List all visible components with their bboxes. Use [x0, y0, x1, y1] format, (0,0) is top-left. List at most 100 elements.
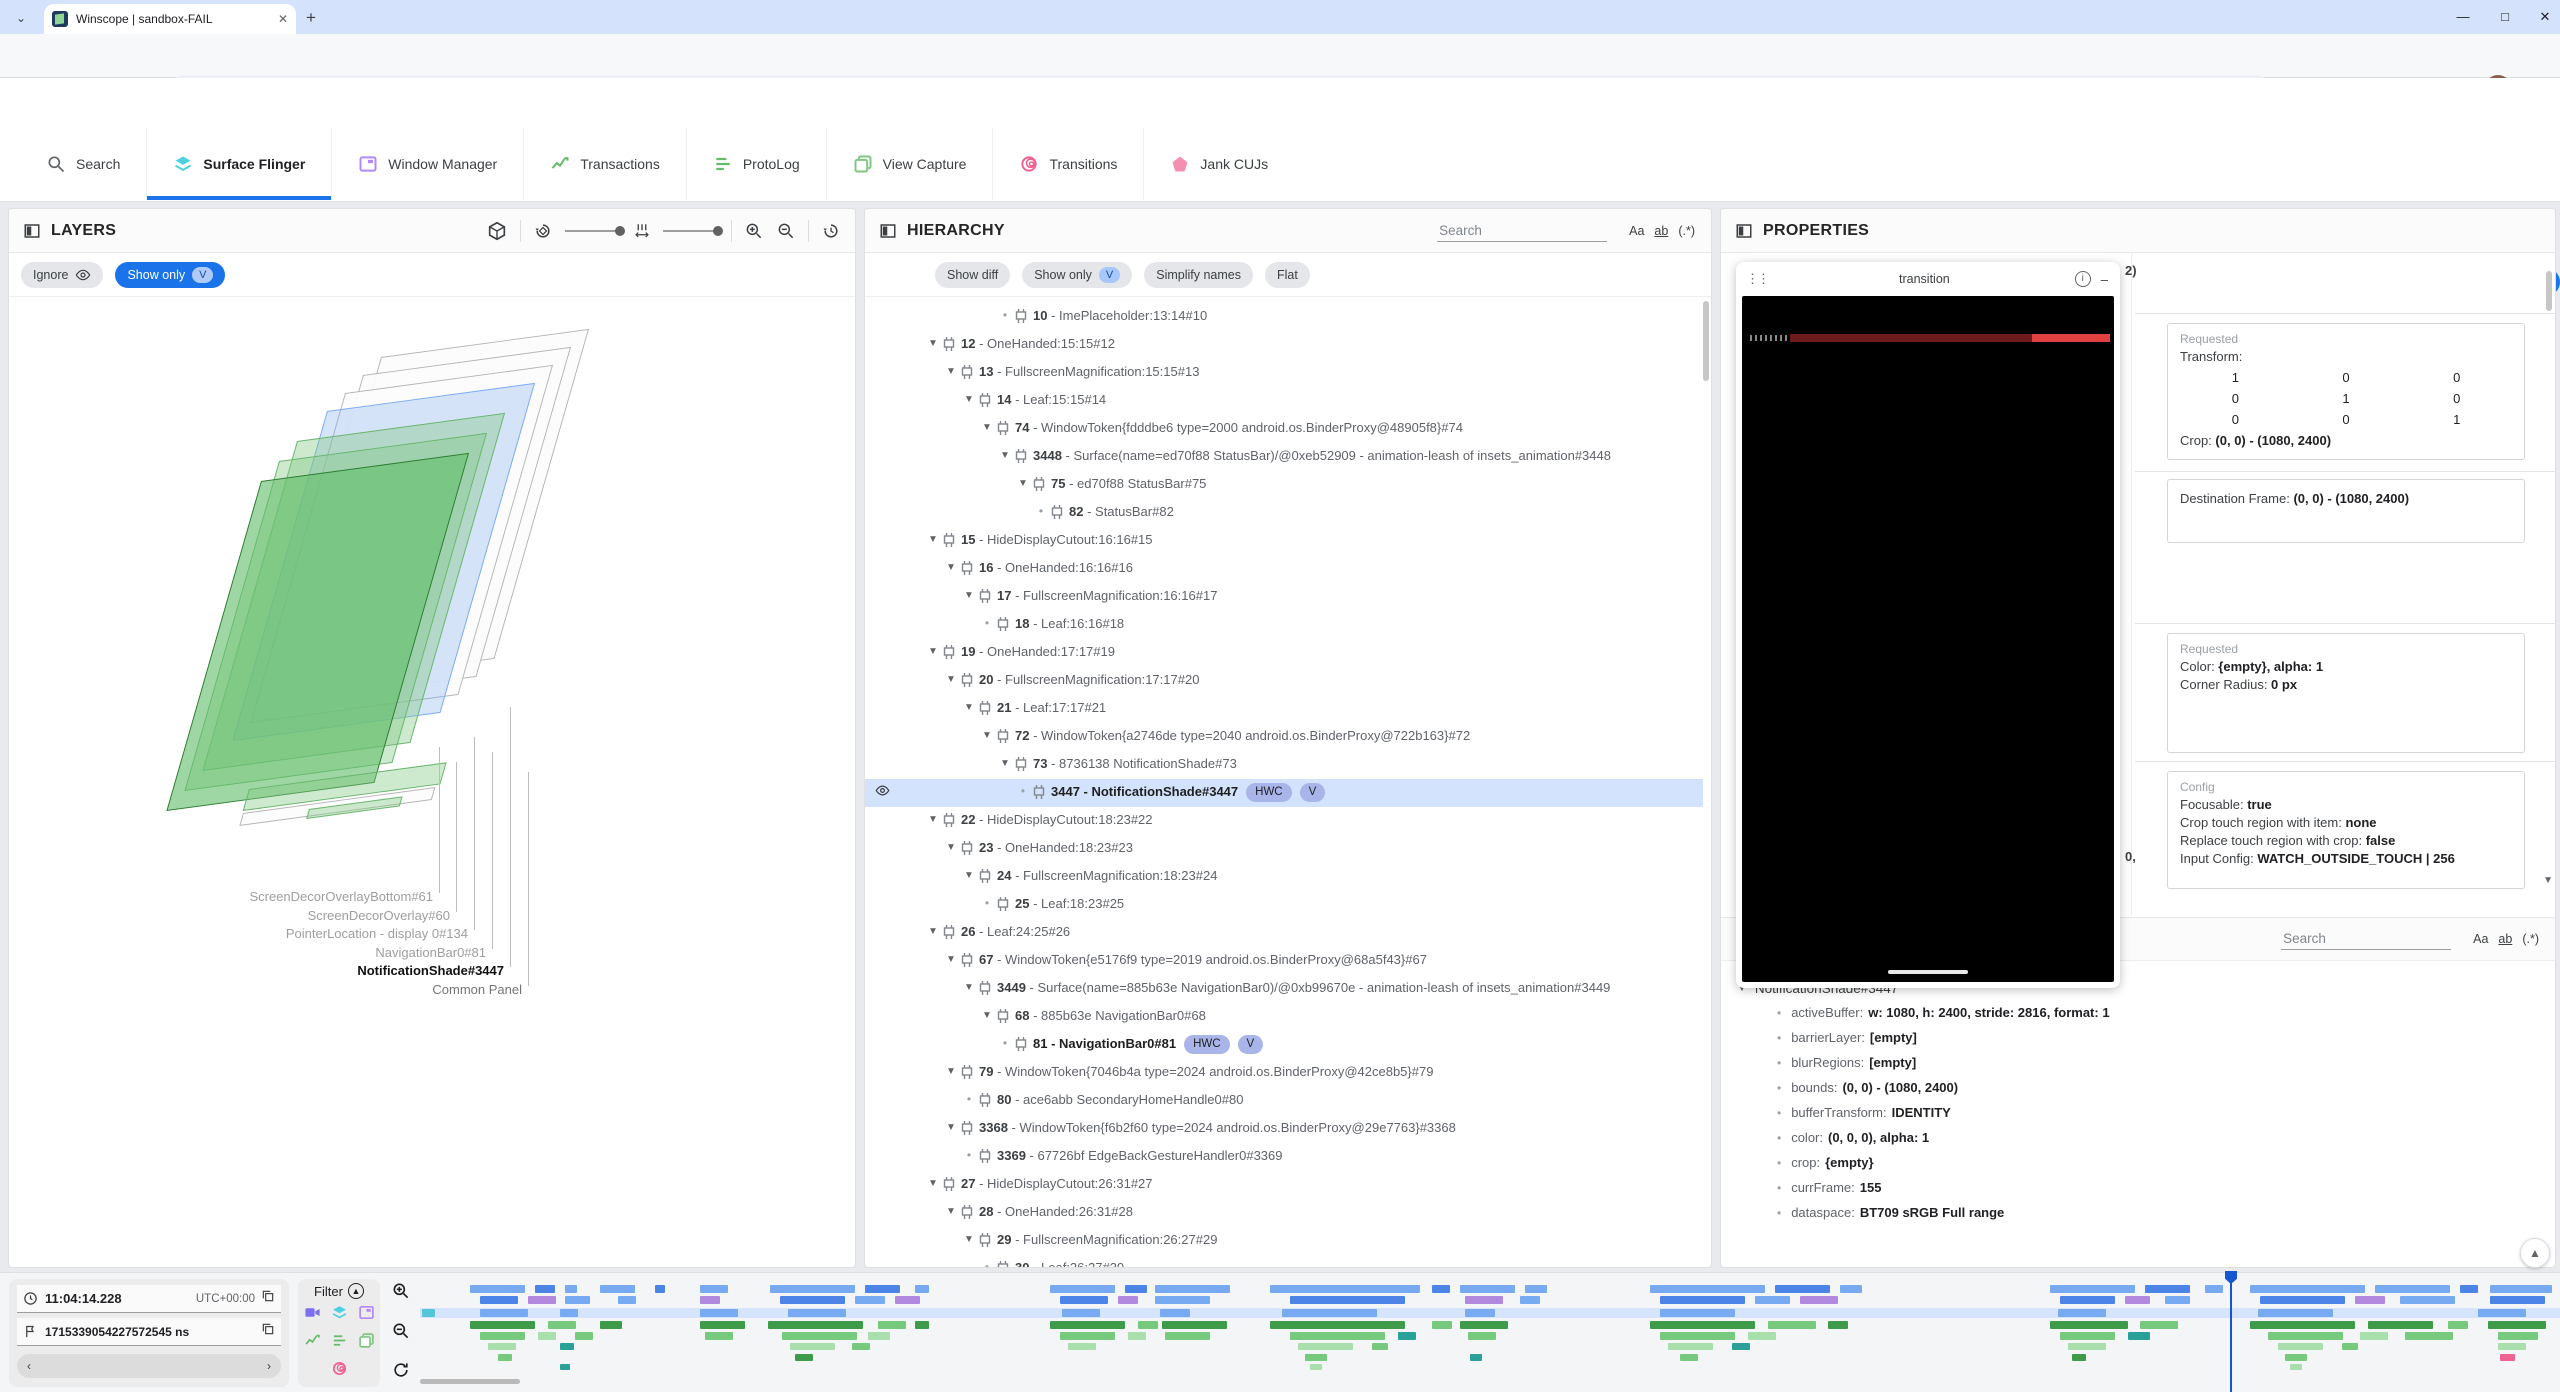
property-item-bounds[interactable]: •bounds:(0, 0) - (1080, 2400): [1737, 1080, 2555, 1096]
tree-row-26[interactable]: ▼26 - Leaf:24:25#26: [865, 919, 1703, 947]
transition-overlay-window[interactable]: ⋮⋮ transition i –: [1736, 262, 2120, 988]
tree-row-19[interactable]: ▼19 - OneHanded:17:17#19: [865, 639, 1703, 667]
window-minimize-button[interactable]: —: [2448, 6, 2478, 28]
expand-arrow-icon[interactable]: ▼: [943, 1063, 959, 1080]
tab-transitions[interactable]: Transitions: [992, 128, 1143, 200]
scroll-down-arrow-icon[interactable]: ▼: [2543, 875, 2553, 886]
leaf-dot-icon[interactable]: •: [997, 1035, 1013, 1052]
tree-row-81[interactable]: •81 - NavigationBar0#81HWCV: [865, 1031, 1703, 1059]
property-item-bufferTransform[interactable]: •bufferTransform:IDENTITY: [1737, 1105, 2555, 1121]
tab-view-capture[interactable]: View Capture: [826, 128, 993, 200]
leaf-dot-icon[interactable]: •: [1015, 783, 1031, 800]
tab-search[interactable]: Search: [20, 128, 146, 200]
leaf-dot-icon[interactable]: •: [979, 615, 995, 632]
match-word-icon[interactable]: ab: [2498, 932, 2512, 946]
tree-row-72[interactable]: ▼72 - WindowToken{a2746de type=2040 andr…: [865, 723, 1703, 751]
properties-scrollbar[interactable]: [2546, 271, 2552, 311]
tree-row-79[interactable]: ▼79 - WindowToken{7046b4a type=2024 andr…: [865, 1059, 1703, 1087]
tree-row-21[interactable]: ▼21 - Leaf:17:17#21: [865, 695, 1703, 723]
expand-arrow-icon[interactable]: ▼: [961, 699, 977, 716]
chip-simplify-names[interactable]: Simplify names: [1144, 262, 1253, 288]
tab-window-manager[interactable]: Window Manager: [331, 128, 523, 200]
tree-row-3447[interactable]: •3447 - NotificationShade#3447HWCV: [865, 779, 1703, 807]
tree-row-14[interactable]: ▼14 - Leaf:15:15#14: [865, 387, 1703, 415]
tree-row-3368[interactable]: ▼3368 - WindowToken{f6b2f60 type=2024 an…: [865, 1115, 1703, 1143]
tab-search-chevron-icon[interactable]: ⌄: [10, 7, 32, 29]
visibility-eye-icon[interactable]: [875, 783, 890, 802]
hierarchy-search-input[interactable]: [1437, 220, 1607, 242]
tree-row-12[interactable]: ▼12 - OneHanded:15:15#12: [865, 331, 1703, 359]
leaf-dot-icon[interactable]: •: [1033, 503, 1049, 520]
expand-arrow-icon[interactable]: ▼: [943, 559, 959, 576]
tree-row-16[interactable]: ▼16 - OneHanded:16:16#16: [865, 555, 1703, 583]
expand-arrow-icon[interactable]: ▼: [961, 979, 977, 996]
zigzag-trace-icon[interactable]: [304, 1332, 321, 1354]
rotation-slider[interactable]: [565, 230, 621, 232]
expand-arrow-icon[interactable]: ▼: [943, 1119, 959, 1136]
expand-arrow-icon[interactable]: ▼: [943, 839, 959, 856]
expand-arrow-icon[interactable]: ▼: [961, 1231, 977, 1248]
layer-label-2[interactable]: PointerLocation - display 0#134: [286, 926, 468, 941]
tree-row-18[interactable]: •18 - Leaf:16:16#18: [865, 611, 1703, 639]
expand-arrow-icon[interactable]: ▼: [997, 447, 1013, 464]
timeline-cursor-handle[interactable]: [2225, 1271, 2237, 1284]
window-maximize-button[interactable]: □: [2490, 6, 2520, 28]
ns-time-row[interactable]: 1715339054227572545 ns: [17, 1318, 281, 1346]
tree-row-80[interactable]: •80 - ace6abb SecondaryHomeHandle0#80: [865, 1087, 1703, 1115]
expand-arrow-icon[interactable]: ▼: [961, 587, 977, 604]
tree-row-82[interactable]: •82 - StatusBar#82: [865, 499, 1703, 527]
zoom-out-icon[interactable]: [776, 221, 796, 241]
property-item-currFrame[interactable]: •currFrame:155: [1737, 1180, 2555, 1196]
chip-show-only[interactable]: Show onlyV: [1022, 262, 1132, 288]
tree-row-17[interactable]: ▼17 - FullscreenMagnification:16:16#17: [865, 583, 1703, 611]
tab-surface-flinger[interactable]: Surface Flinger: [146, 128, 331, 200]
tree-row-3369[interactable]: •3369 - 67726bf EdgeBackGestureHandler0#…: [865, 1143, 1703, 1171]
tree-row-28[interactable]: ▼28 - OneHanded:26:31#28: [865, 1199, 1703, 1227]
chip-show-diff[interactable]: Show diff: [935, 262, 1010, 288]
3d-view-cube-icon[interactable]: [486, 220, 508, 242]
leaf-dot-icon[interactable]: •: [979, 1259, 995, 1267]
chip-flat[interactable]: Flat: [1265, 262, 1310, 288]
tree-row-67[interactable]: ▼67 - WindowToken{e5176f9 type=2019 andr…: [865, 947, 1703, 975]
expand-arrow-icon[interactable]: ▼: [979, 727, 995, 744]
tree-row-68[interactable]: ▼68 - 885b63e NavigationBar0#68: [865, 1003, 1703, 1031]
leaf-dot-icon[interactable]: •: [961, 1091, 977, 1108]
match-word-icon[interactable]: ab: [1654, 224, 1668, 238]
camera-trace-icon[interactable]: [304, 1304, 321, 1326]
property-item-activeBuffer[interactable]: •activeBuffer:w: 1080, h: 2400, stride: …: [1737, 1005, 2555, 1021]
spacing-slider[interactable]: [663, 230, 719, 232]
tab-close-icon[interactable]: ✕: [278, 12, 288, 26]
property-item-blurRegions[interactable]: •blurRegions:[empty]: [1737, 1055, 2555, 1071]
tree-row-74[interactable]: ▼74 - WindowToken{fdddbe6 type=2000 andr…: [865, 415, 1703, 443]
leaf-dot-icon[interactable]: •: [997, 307, 1013, 324]
expand-arrow-icon[interactable]: ▼: [979, 1007, 995, 1024]
lines-trace-icon[interactable]: [331, 1332, 348, 1354]
hierarchy-scrollbar[interactable]: [1703, 301, 1709, 381]
layers-3d-canvas[interactable]: ScreenDecorOverlayBottom#61ScreenDecorOv…: [9, 297, 855, 1267]
tab-jank-cujs[interactable]: Jank CUJs: [1143, 128, 1294, 200]
tree-row-15[interactable]: ▼15 - HideDisplayCutout:16:16#15: [865, 527, 1703, 555]
property-item-crop[interactable]: •crop:{empty}: [1737, 1155, 2555, 1171]
tree-row-24[interactable]: ▼24 - FullscreenMagnification:18:23#24: [865, 863, 1703, 891]
timeline-zoom-out-icon[interactable]: [391, 1321, 411, 1346]
tree-row-30[interactable]: •30 - Leaf:26:27#30: [865, 1255, 1703, 1267]
property-item-barrierLayer[interactable]: •barrierLayer:[empty]: [1737, 1030, 2555, 1046]
tree-row-22[interactable]: ▼22 - HideDisplayCutout:18:23#22: [865, 807, 1703, 835]
properties-search-input[interactable]: [2281, 928, 2451, 950]
minimize-icon[interactable]: –: [2101, 272, 2108, 287]
layer-label-0[interactable]: ScreenDecorOverlayBottom#61: [249, 889, 433, 904]
property-item-dataspace[interactable]: •dataspace:BT709 sRGB Full range: [1737, 1205, 2555, 1221]
collapse-panel-icon[interactable]: [23, 222, 41, 240]
timeline-zoom-in-icon[interactable]: [391, 1281, 411, 1306]
expand-arrow-icon[interactable]: ▼: [925, 531, 941, 548]
new-tab-button[interactable]: +: [306, 8, 316, 28]
expand-arrow-icon[interactable]: ▼: [943, 671, 959, 688]
zoom-in-icon[interactable]: [744, 221, 764, 241]
expand-arrow-icon[interactable]: ▼: [925, 335, 941, 352]
expand-arrow-icon[interactable]: ▼: [961, 391, 977, 408]
tree-row-73[interactable]: ▼73 - 8736138 NotificationShade#73: [865, 751, 1703, 779]
window-trace-icon[interactable]: [358, 1304, 375, 1326]
regex-icon[interactable]: (.*): [2522, 932, 2539, 946]
tab-protolog[interactable]: ProtoLog: [686, 128, 826, 200]
leaf-dot-icon[interactable]: •: [961, 1147, 977, 1164]
